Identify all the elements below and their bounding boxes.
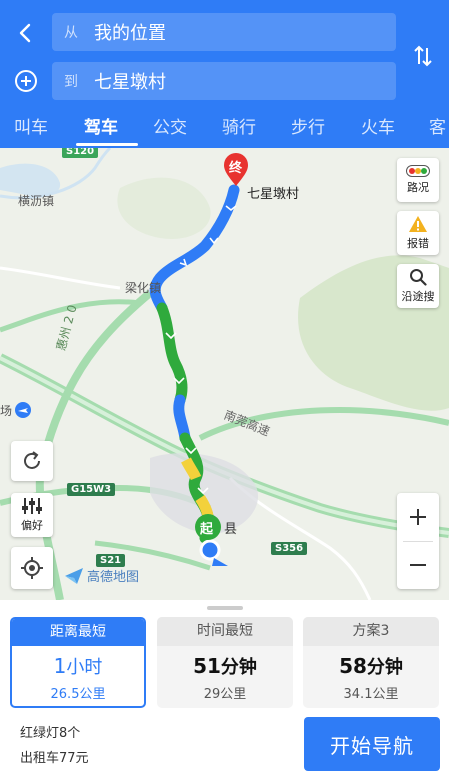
destination-prefix: 到 — [64, 74, 78, 90]
swap-button[interactable] — [407, 40, 439, 72]
route-option-time-unit: 分钟 — [220, 657, 257, 678]
zoom-controls — [397, 493, 439, 589]
route-option-time: 1小时 — [12, 653, 144, 679]
back-arrow-icon — [19, 23, 31, 43]
end-marker-label: 终 — [229, 161, 243, 176]
route-panel: 距离最短 1小时 26.5公里 时间最短 51分钟 29公里 方案3 58分钟 … — [0, 600, 449, 778]
tab-drive[interactable]: 驾车 — [84, 113, 118, 138]
map-label-airport: 场 — [0, 404, 13, 418]
road-shield-s356: S356 — [271, 542, 308, 555]
tab-coach[interactable]: 客 — [429, 113, 446, 138]
route-option-time-unit: 分钟 — [366, 657, 403, 678]
preference-label: 偏好 — [21, 519, 43, 532]
amap-logo: 高德地图 — [64, 566, 139, 585]
refresh-button[interactable] — [11, 441, 53, 481]
amap-logo-icon — [65, 567, 83, 584]
search-along-label: 沿途搜 — [401, 290, 435, 303]
locate-button[interactable] — [11, 547, 53, 589]
traffic-lights-count: 红绿灯8个 — [20, 726, 81, 741]
route-option-shortest-distance[interactable]: 距离最短 1小时 26.5公里 — [10, 617, 146, 708]
panel-grabber[interactable] — [207, 606, 243, 610]
taxi-fare: 出租车77元 — [20, 751, 89, 766]
route-option-time-unit: 小时 — [66, 657, 103, 678]
active-tab-indicator — [76, 143, 138, 146]
add-waypoint-icon — [15, 70, 37, 92]
preference-button[interactable]: 偏好 — [11, 493, 53, 537]
route-option-title: 时间最短 — [157, 617, 293, 646]
map-label-hengli: 横沥镇 — [18, 194, 55, 208]
refresh-icon — [24, 451, 40, 469]
route-option-time: 58分钟 — [303, 653, 439, 679]
route-header: 从 我的位置 到 七星墩村 叫车 驾车 公交 骑行 步行 火车 客 — [0, 0, 449, 148]
transport-tabs: 叫车 驾车 公交 骑行 步行 火车 客 — [0, 107, 449, 148]
map-label-lianghua: 梁化镇 — [125, 281, 162, 295]
map-label-destination: 七星墩村 — [247, 187, 300, 202]
route-option-fastest[interactable]: 时间最短 51分钟 29公里 — [157, 617, 293, 708]
warning-icon — [409, 216, 427, 232]
destination-value: 七星墩村 — [94, 72, 166, 93]
route-option-time-num: 51 — [193, 654, 221, 678]
zoom-in-button[interactable] — [397, 493, 439, 541]
route-option-distance: 34.1公里 — [343, 687, 399, 702]
traffic-light-icon — [406, 165, 430, 177]
origin-field[interactable]: 从 我的位置 — [52, 13, 396, 51]
tab-ride[interactable]: 骑行 — [222, 113, 256, 138]
back-button[interactable] — [10, 17, 42, 49]
report-label: 报错 — [407, 237, 429, 250]
zoom-out-button[interactable] — [397, 541, 439, 589]
road-shield-g15w3: G15W3 — [67, 483, 116, 496]
map-view[interactable]: S120 G15W3 S21 S356 横沥镇 梁化镇 南莞高速 场 县 惠州 … — [0, 148, 449, 600]
plus-icon — [410, 509, 426, 525]
route-option-distance: 26.5公里 — [50, 687, 106, 702]
route-option-time: 51分钟 — [157, 653, 293, 679]
destination-field[interactable]: 到 七星墩村 — [52, 62, 396, 100]
start-navigation-button[interactable]: 开始导航 — [304, 717, 440, 771]
report-error-button[interactable]: 报错 — [397, 211, 439, 255]
route-option-title: 距离最短 — [12, 619, 144, 646]
tab-transit[interactable]: 公交 — [153, 113, 187, 138]
tab-taxi[interactable]: 叫车 — [14, 113, 48, 138]
locate-icon — [21, 557, 43, 579]
route-option-time-num: 1 — [53, 654, 67, 678]
origin-value: 我的位置 — [94, 23, 166, 44]
tab-walk[interactable]: 步行 — [291, 113, 325, 138]
route-option-plan3[interactable]: 方案3 58分钟 34.1公里 — [303, 617, 439, 708]
origin-prefix: 从 — [64, 25, 78, 41]
route-option-time-num: 58 — [339, 654, 367, 678]
route-option-distance: 29公里 — [203, 687, 247, 702]
traffic-label: 路况 — [407, 181, 429, 194]
traffic-button[interactable]: 路况 — [397, 158, 439, 202]
start-marker-label: 起 — [200, 522, 214, 537]
map-label-county: 县 — [224, 522, 238, 537]
road-shield-s120: S120 — [62, 148, 99, 158]
preference-sliders-icon — [22, 498, 42, 514]
airport-icon — [15, 402, 31, 418]
minus-icon — [410, 564, 426, 566]
swap-icon — [414, 45, 432, 67]
zoom-divider — [403, 541, 433, 542]
amap-logo-text: 高德地图 — [87, 570, 140, 585]
tab-train[interactable]: 火车 — [361, 113, 395, 138]
search-icon — [410, 269, 427, 286]
search-along-button[interactable]: 沿途搜 — [397, 264, 439, 308]
add-waypoint-button[interactable] — [10, 65, 42, 97]
route-option-title: 方案3 — [303, 617, 439, 646]
